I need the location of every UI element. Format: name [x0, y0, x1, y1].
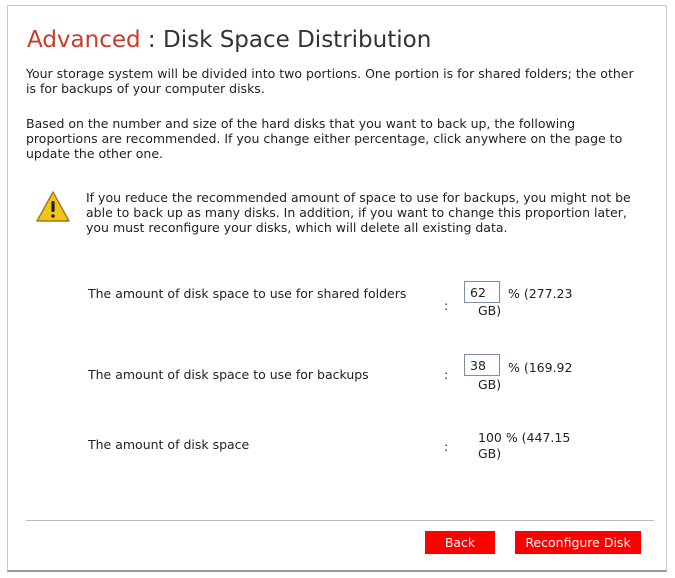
title-page: Disk Space Distribution: [162, 27, 432, 53]
backup-percent-input[interactable]: [464, 354, 500, 376]
backup-space-unit: % (169.92: [508, 360, 573, 375]
shared-space-colon: :: [444, 298, 449, 313]
shared-percent-input[interactable]: [464, 281, 500, 303]
disk-distribution-panel: Advanced : Disk Space Distribution Your …: [7, 5, 667, 572]
total-space-colon: :: [444, 439, 449, 454]
shared-space-unit: % (277.23: [508, 286, 573, 301]
backup-space-gb: GB): [478, 377, 502, 392]
intro-paragraph-1: Your storage system will be divided into…: [26, 66, 634, 96]
shared-space-label: The amount of disk space to use for shar…: [88, 286, 407, 301]
total-space-label: The amount of disk space: [88, 437, 250, 452]
warning-triangle-icon: [36, 191, 70, 222]
page-title: Advanced : Disk Space Distribution: [27, 25, 431, 55]
intro-paragraph-2: Based on the number and size of the hard…: [26, 116, 623, 161]
title-section: Advanced: [27, 27, 141, 53]
total-space-gb: GB): [478, 446, 502, 461]
back-button[interactable]: Back: [425, 531, 495, 554]
footer-divider: [26, 520, 654, 521]
backup-space-label: The amount of disk space to use for back…: [88, 367, 369, 382]
warning-text: If you reduce the recommended amount of …: [86, 190, 631, 235]
shared-space-gb: GB): [478, 303, 502, 318]
reconfigure-disk-button[interactable]: Reconfigure Disk: [515, 531, 641, 554]
backup-space-colon: :: [444, 367, 449, 382]
total-space-value: 100 % (447.15: [478, 430, 571, 445]
title-separator: :: [140, 27, 163, 53]
